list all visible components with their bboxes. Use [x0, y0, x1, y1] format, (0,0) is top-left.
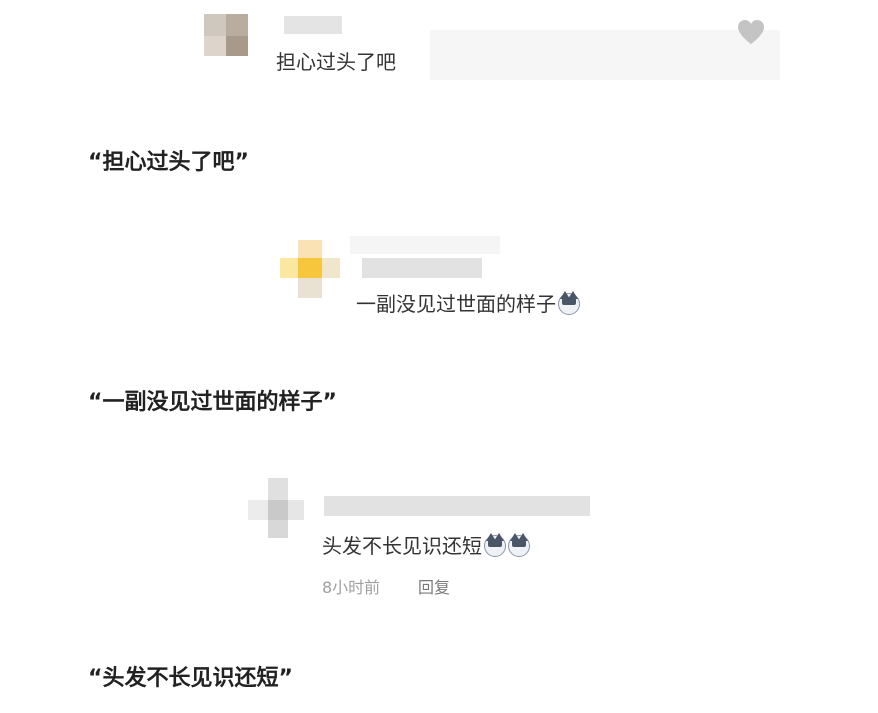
comment-background-blur: [350, 236, 500, 254]
comment-text: 担心过头了吧: [276, 50, 396, 74]
comment-text: 一副没见过世面的样子: [356, 288, 580, 317]
username-blurred: [284, 16, 342, 34]
caption-3: “头发不长见识还短”: [88, 666, 293, 691]
comment-text-content: 头发不长见识还短: [322, 534, 482, 558]
cat-face-emoji-icon: [484, 533, 506, 557]
username-blurred: [362, 258, 482, 278]
heart-icon[interactable]: [736, 18, 766, 46]
caption-1: “担心过头了吧”: [88, 150, 249, 175]
cat-face-emoji-icon: [558, 291, 580, 315]
reply-button[interactable]: 回复: [418, 574, 450, 598]
comment-text-content: 一副没见过世面的样子: [356, 292, 556, 316]
comment-timestamp: 8小时前: [322, 578, 381, 597]
username-blurred: [324, 496, 590, 516]
comment-text: 头发不长见识还短: [322, 530, 530, 559]
cat-face-emoji-icon: [508, 533, 530, 557]
caption-2: “一副没见过世面的样子”: [88, 390, 337, 415]
comment-background-blur: [430, 30, 780, 80]
